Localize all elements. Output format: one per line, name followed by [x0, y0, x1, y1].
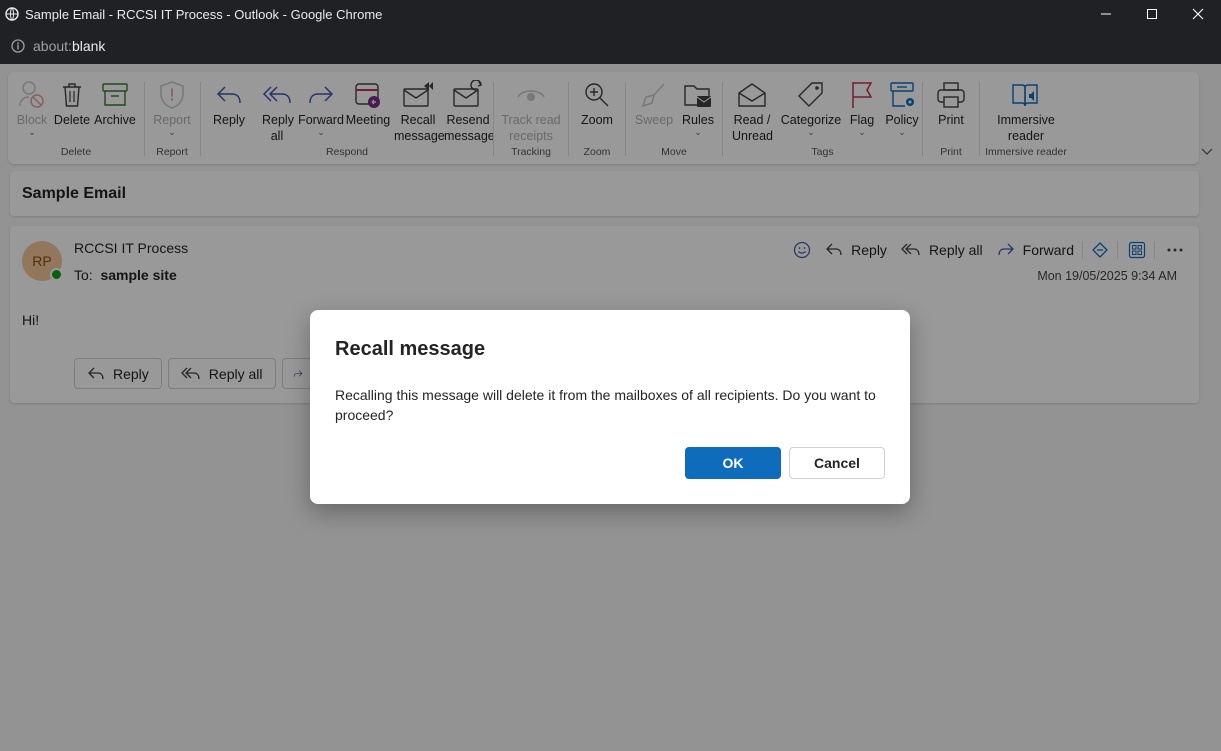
- minimize-button[interactable]: [1083, 0, 1129, 28]
- maximize-icon: [1147, 9, 1157, 19]
- close-icon: [1192, 8, 1204, 20]
- ok-button[interactable]: OK: [685, 447, 781, 479]
- cancel-button[interactable]: Cancel: [789, 447, 885, 479]
- url-text[interactable]: about:blank: [33, 38, 105, 54]
- browser-titlebar: Sample Email - RCCSI IT Process - Outloo…: [0, 0, 1221, 28]
- address-bar: about:blank: [0, 28, 1221, 64]
- url-scheme: about:: [33, 38, 72, 54]
- globe-icon: [5, 7, 19, 21]
- dialog-message: Recalling this message will delete it fr…: [335, 387, 876, 423]
- close-window-button[interactable]: [1175, 0, 1221, 28]
- info-icon[interactable]: [11, 39, 25, 53]
- minimize-icon: [1101, 13, 1111, 15]
- outlook-app: Block ⌄ Delete Archive Delete Report ⌄ Rep…: [0, 64, 1221, 751]
- recall-message-dialog: Recall message Recalling this message wi…: [310, 310, 910, 504]
- url-path: blank: [71, 38, 106, 54]
- dialog-title: Recall message: [335, 338, 486, 360]
- maximize-button[interactable]: [1129, 0, 1175, 28]
- window-title: Sample Email - RCCSI IT Process - Outloo…: [25, 6, 383, 22]
